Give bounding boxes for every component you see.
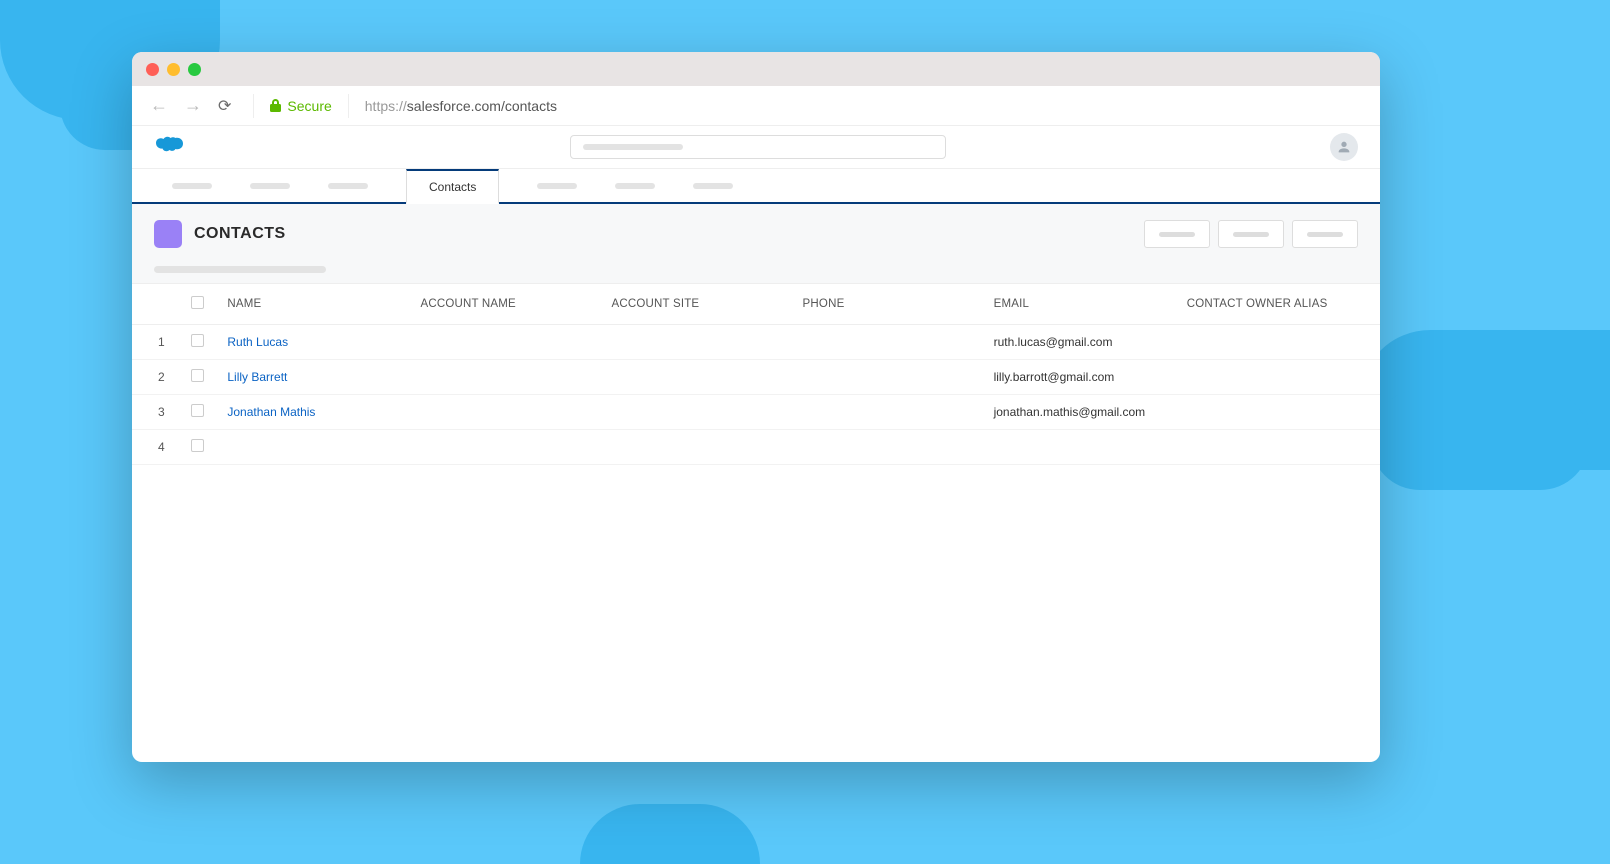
column-header-checkbox — [181, 284, 218, 325]
row-checkbox[interactable] — [191, 369, 204, 382]
nav-tab[interactable] — [250, 169, 290, 202]
list-view-subtext — [154, 266, 326, 273]
page-actions — [1144, 220, 1358, 248]
column-header-account-site[interactable]: ACCOUNT SITE — [602, 284, 793, 325]
row-checkbox[interactable] — [191, 404, 204, 417]
global-search-input[interactable] — [570, 135, 946, 159]
nav-tab[interactable] — [537, 169, 577, 202]
table-header-row: NAME ACCOUNT NAME ACCOUNT SITE PHONE EMA… — [132, 284, 1380, 325]
contact-email: ruth.lucas@gmail.com — [994, 335, 1113, 349]
person-icon — [1336, 139, 1352, 155]
url-path: salesforce.com/contacts — [407, 98, 557, 114]
column-header-account-name[interactable]: ACCOUNT NAME — [410, 284, 601, 325]
contact-name-link[interactable]: Lilly Barrett — [227, 370, 287, 384]
row-checkbox[interactable] — [191, 439, 204, 452]
browser-toolbar: ← → ⟳ Secure https://salesforce.com/cont… — [132, 86, 1380, 126]
page-title: CONTACTS — [194, 225, 286, 243]
contacts-object-icon — [154, 220, 182, 248]
nav-tab[interactable] — [172, 169, 212, 202]
contact-name-link[interactable]: Ruth Lucas — [227, 335, 288, 349]
window-close-button[interactable] — [146, 63, 159, 76]
row-number: 2 — [132, 360, 181, 395]
nav-tab-contacts[interactable]: Contacts — [406, 169, 499, 204]
contact-email: jonathan.mathis@gmail.com — [994, 405, 1146, 419]
table-row: 4 — [132, 430, 1380, 465]
address-bar[interactable]: https://salesforce.com/contacts — [365, 98, 557, 114]
page-header: CONTACTS — [132, 204, 1380, 284]
nav-tab[interactable] — [615, 169, 655, 202]
tab-label: Contacts — [429, 180, 476, 194]
column-header-name[interactable]: NAME — [217, 284, 410, 325]
action-button[interactable] — [1144, 220, 1210, 248]
forward-button[interactable]: → — [184, 95, 202, 116]
contact-name-link[interactable]: Jonathan Mathis — [227, 405, 315, 419]
app-header — [132, 126, 1380, 168]
bg-cloud-decoration — [580, 804, 760, 864]
browser-window: ← → ⟳ Secure https://salesforce.com/cont… — [132, 52, 1380, 762]
back-button[interactable]: ← — [150, 95, 168, 116]
table-row: 1 Ruth Lucas ruth.lucas@gmail.com — [132, 325, 1380, 360]
url-protocol: https:// — [365, 98, 407, 114]
window-minimize-button[interactable] — [167, 63, 180, 76]
nav-tabs: Contacts — [132, 168, 1380, 204]
contacts-table: NAME ACCOUNT NAME ACCOUNT SITE PHONE EMA… — [132, 284, 1380, 465]
row-checkbox[interactable] — [191, 334, 204, 347]
window-titlebar — [132, 52, 1380, 86]
row-number: 3 — [132, 395, 181, 430]
user-avatar[interactable] — [1330, 133, 1358, 161]
nav-tab[interactable] — [328, 169, 368, 202]
row-number: 4 — [132, 430, 181, 465]
row-number: 1 — [132, 325, 181, 360]
contact-email: lilly.barrott@gmail.com — [994, 370, 1115, 384]
select-all-checkbox[interactable] — [191, 296, 204, 309]
action-button[interactable] — [1218, 220, 1284, 248]
refresh-button[interactable]: ⟳ — [218, 96, 231, 116]
column-header-owner[interactable]: CONTACT OWNER ALIAS — [1177, 284, 1380, 325]
column-header-phone[interactable]: PHONE — [793, 284, 984, 325]
secure-label: Secure — [287, 98, 331, 114]
bg-cloud-decoration — [1370, 390, 1590, 490]
table-row: 2 Lilly Barrett lilly.barrott@gmail.com — [132, 360, 1380, 395]
lock-icon — [270, 99, 281, 112]
placeholder — [583, 144, 683, 150]
action-button[interactable] — [1292, 220, 1358, 248]
divider — [348, 94, 349, 118]
salesforce-logo[interactable] — [154, 134, 186, 161]
window-maximize-button[interactable] — [188, 63, 201, 76]
secure-indicator: Secure — [270, 98, 331, 114]
column-header-email[interactable]: EMAIL — [984, 284, 1177, 325]
divider — [253, 94, 254, 118]
column-header-number — [132, 284, 181, 325]
table-row: 3 Jonathan Mathis jonathan.mathis@gmail.co… — [132, 395, 1380, 430]
nav-tab[interactable] — [693, 169, 733, 202]
